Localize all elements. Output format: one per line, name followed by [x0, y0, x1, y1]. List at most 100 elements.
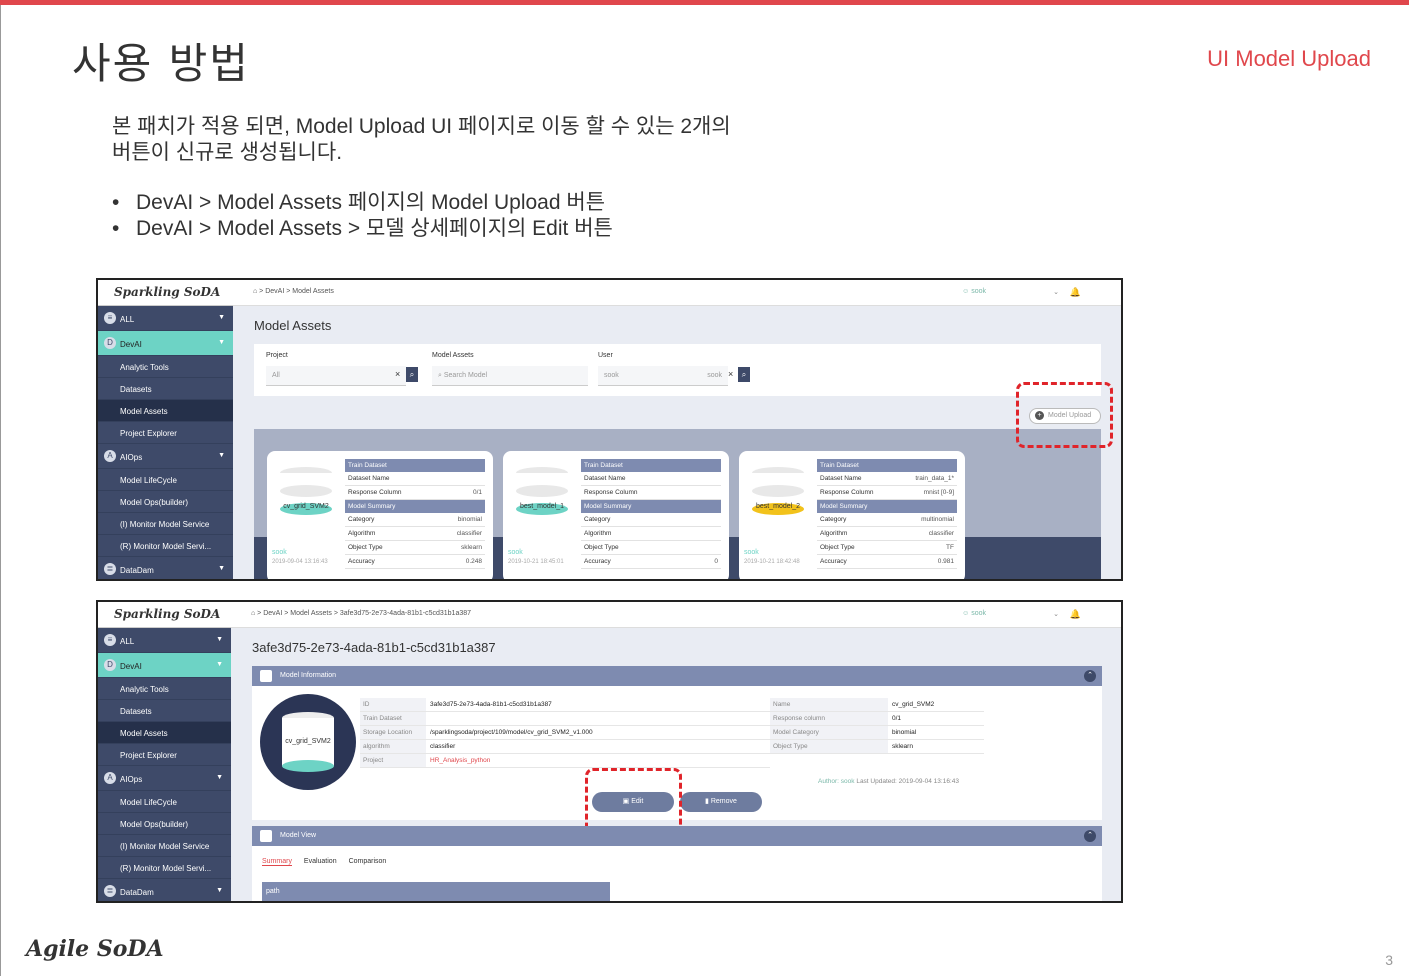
sidebar-item-datasets[interactable]: Datasets [98, 378, 233, 400]
chevron-down-icon: ▼ [216, 887, 223, 894]
footer-logo: Agile SoDA [26, 936, 164, 962]
card-row: Algorithm classifier [345, 527, 485, 541]
chevron-up-icon[interactable]: ⌃ [1084, 830, 1096, 842]
card-user: sook [508, 549, 523, 556]
sidebar-item-devai[interactable]: D DevAI ▼ [98, 331, 233, 356]
remove-button[interactable]: ▮ Remove [680, 792, 762, 812]
card-row: Response Column mnist [0-9] [817, 486, 957, 500]
card-date: 2019-10-21 18:45:01 [508, 559, 564, 565]
bullet-item: DevAI > Model Assets 페이지의 Model Upload 버… [112, 190, 613, 216]
sidebar-item-analytic-tools[interactable]: Analytic Tools [98, 678, 231, 700]
trash-icon: ▮ [705, 798, 709, 805]
clear-icon[interactable]: × [395, 369, 400, 379]
highlight-box [585, 768, 682, 834]
sidebar-item-ops-builder[interactable]: Model Ops(builder) [98, 813, 231, 835]
sidebar-item-monitor-r[interactable]: (R) Monitor Model Servi... [98, 535, 233, 557]
highlight-box [1016, 382, 1113, 448]
info-row: Model Category binomial [770, 726, 984, 740]
bell-icon[interactable]: 🔔 [1070, 287, 1081, 298]
chevron-up-icon[interactable]: ⌃ [1084, 670, 1096, 682]
search-icon[interactable]: ⌕ [738, 367, 750, 382]
aiops-icon: A [104, 772, 116, 784]
model-card[interactable]: best_model_1 sook 2019-10-21 18:45:01 Tr… [503, 451, 729, 579]
sidebar-item-model-assets[interactable]: Model Assets [98, 722, 231, 744]
clear-icon[interactable]: × [728, 369, 733, 379]
sidebar-item-lifecycle[interactable]: Model LifeCycle [98, 469, 233, 491]
info-row: Train Dataset [360, 712, 770, 726]
sidebar-item-project-explorer[interactable]: Project Explorer [98, 744, 231, 766]
card-row: Model Summary [581, 500, 721, 513]
card-user: sook [272, 549, 287, 556]
card-table: Train Dataset Dataset Name Response Column… [345, 459, 485, 569]
card-model-name: best_model_1 [520, 503, 564, 510]
user-menu[interactable]: ☺ sook [962, 610, 986, 617]
model-icon: cv_grid_SVM2 [260, 694, 356, 790]
user-label: User [598, 352, 613, 359]
sidebar-item-datasets[interactable]: Datasets [98, 700, 231, 722]
sidebar-item-lifecycle[interactable]: Model LifeCycle [98, 791, 231, 813]
sidebar-item-project-explorer[interactable]: Project Explorer [98, 422, 233, 444]
card-row: Category [581, 513, 721, 527]
info-row: ID 3afe3d75-2e73-4ada-81b1-c5cd31b1a387 [360, 698, 770, 712]
info-row: algorithm classifier [360, 740, 770, 754]
card-row: Accuracy 0.981 [817, 555, 957, 569]
model-card[interactable]: cv_grid_SVM2 sook 2019-09-04 13:16:43 Tr… [267, 451, 493, 579]
info-table-right: Name cv_grid_SVM2 Response column 0/1 Model … [770, 698, 984, 754]
project-input[interactable]: All [266, 366, 406, 386]
card-row: Model Summary [817, 500, 957, 513]
sidebar-item-aiops[interactable]: A AIOps ▼ [98, 766, 231, 791]
sidebar-item-all[interactable]: ≡ ALL ▼ [98, 306, 233, 331]
sidebar: Sparkling SoDA ≡ ALL ▼ D DevAI ▼ Analytic To… [98, 280, 233, 579]
search-icon[interactable]: ⌕ [406, 367, 418, 382]
panel-header[interactable]: Model Information ⌃ [252, 666, 1102, 686]
chevron-down-icon[interactable]: ⌄ [1053, 610, 1059, 618]
bell-icon[interactable]: 🔔 [1070, 609, 1081, 620]
sidebar-item-datadam[interactable]: ≣ DataDam ▼ [98, 557, 233, 579]
sidebar-item-devai[interactable]: D DevAI ▼ [98, 653, 231, 678]
sidebar-item-model-assets[interactable]: Model Assets [98, 400, 233, 422]
description: 본 패치가 적용 되면, Model Upload UI 페이지로 이동 할 수… [112, 115, 731, 164]
tab-summary[interactable]: Summary [262, 858, 292, 866]
sidebar-item-monitor-i[interactable]: (I) Monitor Model Service [98, 513, 233, 535]
card-row: Dataset Name [345, 472, 485, 486]
card-row: Train Dataset [581, 459, 721, 472]
panel-header[interactable]: Model View ⌃ [252, 826, 1102, 846]
sidebar-item-monitor-r[interactable]: (R) Monitor Model Servi... [98, 857, 231, 879]
app-logo: Sparkling SoDA [98, 280, 233, 306]
sidebar-item-analytic-tools[interactable]: Analytic Tools [98, 356, 233, 378]
view-tabs: Summary Evaluation Comparison [262, 858, 396, 866]
sidebar-item-ops-builder[interactable]: Model Ops(builder) [98, 491, 233, 513]
tab-comparison[interactable]: Comparison [349, 858, 387, 865]
sidebar-item-aiops[interactable]: A AIOps ▼ [98, 444, 233, 469]
screenshot-model-assets: Sparkling SoDA ≡ ALL ▼ D DevAI ▼ Analytic To… [96, 278, 1123, 581]
sidebar-item-monitor-i[interactable]: (I) Monitor Model Service [98, 835, 231, 857]
card-row: Object Type sklearn [345, 541, 485, 555]
all-icon: ≡ [104, 312, 116, 324]
page-number: 3 [1385, 952, 1393, 968]
model-icon [280, 467, 332, 521]
screenshot-model-detail: Sparkling SoDA ≡ ALL ▼ D DevAI ▼ Analytic To… [96, 600, 1123, 903]
model-view-panel: Model View ⌃ Summary Evaluation Compariso… [252, 826, 1102, 901]
model-card[interactable]: best_model_2 sook 2019-10-21 18:42:48 Tr… [739, 451, 965, 579]
top-accent-bar [0, 0, 1409, 5]
path-header: path [262, 882, 610, 901]
left-border [0, 5, 1, 976]
card-row: Model Summary [345, 500, 485, 513]
card-model-name: cv_grid_SVM2 [283, 503, 329, 510]
sidebar-item-all[interactable]: ≡ ALL ▼ [98, 628, 231, 653]
card-model-name: best_model_2 [756, 503, 800, 510]
card-row: Category binomial [345, 513, 485, 527]
tab-evaluation[interactable]: Evaluation [304, 858, 337, 865]
model-search-input[interactable]: ⌕ Search Model [432, 366, 588, 386]
sidebar-item-datadam[interactable]: ≣ DataDam ▼ [98, 879, 231, 901]
all-icon: ≡ [104, 634, 116, 646]
card-row: Object Type [581, 541, 721, 555]
info-row: Storage Location/sparklingsoda/project/1… [360, 726, 770, 740]
project-label: Project [266, 352, 288, 359]
model-assets-label: Model Assets [432, 352, 474, 359]
card-row: Train Dataset [817, 459, 957, 472]
user-input[interactable]: sook sook [598, 366, 728, 386]
chevron-down-icon[interactable]: ⌄ [1053, 288, 1059, 296]
chevron-down-icon: ▼ [218, 452, 225, 459]
user-menu[interactable]: ☺ sook [962, 288, 986, 295]
